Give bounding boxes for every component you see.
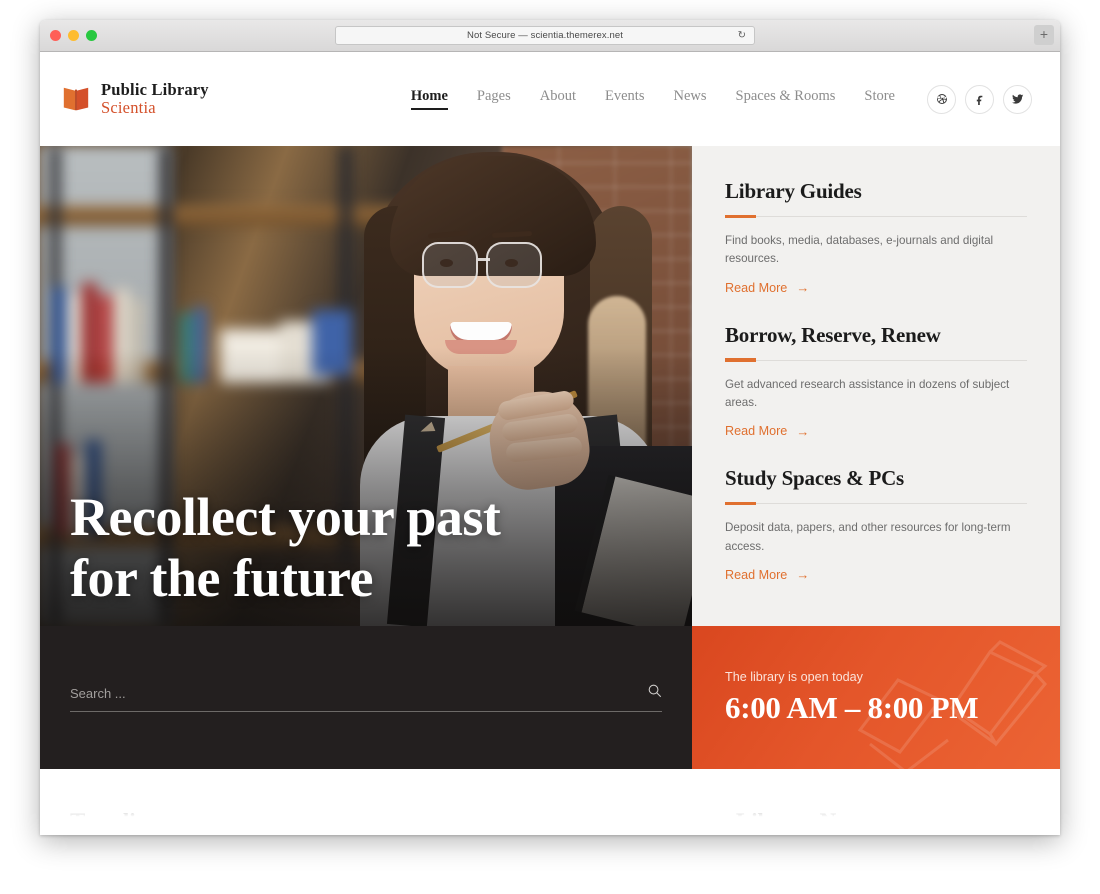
dribbble-icon[interactable] bbox=[927, 84, 956, 114]
search-panel bbox=[40, 626, 692, 769]
hero-title-line-2: for the future bbox=[70, 548, 373, 609]
search-icon[interactable] bbox=[647, 683, 662, 703]
site-header: Public Library Scientia Home Pages About… bbox=[40, 52, 1060, 146]
feature-description: Find books, media, databases, e-journals… bbox=[725, 234, 994, 266]
site-logo[interactable]: Public Library Scientia bbox=[61, 79, 209, 118]
read-more-label: Read More bbox=[725, 280, 788, 295]
address-bar-text: Not Secure — scientia.themerex.net bbox=[467, 30, 623, 41]
reload-icon[interactable]: ↻ bbox=[738, 30, 746, 41]
feature-cards: Library Guides Find books, media, databa… bbox=[692, 146, 1060, 626]
feature-divider bbox=[725, 502, 1027, 506]
feature-title: Study Spaces & PCs bbox=[725, 466, 905, 491]
bottom-band: The library is open today 6:00 AM – 8:00… bbox=[40, 626, 1060, 769]
library-news-heading: Library News bbox=[735, 809, 872, 834]
logo-line-1: Public Library bbox=[101, 79, 209, 99]
opening-hours-value: 6:00 AM – 8:00 PM bbox=[725, 689, 979, 725]
nav-item-pages[interactable]: Pages bbox=[477, 88, 511, 110]
nav-item-events[interactable]: Events bbox=[605, 88, 644, 110]
hero-title: Recollect your past for the future bbox=[70, 486, 501, 610]
twitter-icon[interactable] bbox=[1003, 84, 1032, 114]
read-more-label: Read More bbox=[725, 567, 788, 582]
nav-item-spaces-rooms[interactable]: Spaces & Rooms bbox=[736, 88, 836, 110]
arrow-right-icon: → bbox=[796, 423, 810, 439]
arrow-right-icon: → bbox=[796, 567, 810, 583]
address-bar[interactable]: Not Secure — scientia.themerex.net ↻ bbox=[335, 26, 755, 45]
feature-divider bbox=[725, 358, 1027, 362]
opening-hours-panel: The library is open today 6:00 AM – 8:00… bbox=[692, 626, 1060, 769]
maximize-window-button[interactable] bbox=[86, 30, 97, 41]
nav-item-about[interactable]: About bbox=[540, 88, 576, 110]
close-window-button[interactable] bbox=[50, 30, 61, 41]
arrow-right-icon: → bbox=[796, 280, 810, 296]
social-links bbox=[927, 84, 1032, 114]
read-more-label: Read More bbox=[725, 424, 788, 439]
feature-description: Deposit data, papers, and other resource… bbox=[725, 521, 1011, 553]
hero-row: Recollect your past for the future Libra… bbox=[40, 146, 1060, 626]
minimize-window-button[interactable] bbox=[68, 30, 79, 41]
opening-hours-label: The library is open today bbox=[725, 669, 863, 684]
browser-window: Not Secure — scientia.themerex.net ↻ + P… bbox=[40, 20, 1060, 835]
feature-card-borrow-reserve-renew: Borrow, Reserve, Renew Get advanced rese… bbox=[725, 323, 1027, 441]
hero-title-line-1: Recollect your past bbox=[70, 486, 501, 547]
hero-image: Recollect your past for the future bbox=[40, 146, 692, 626]
facebook-icon[interactable] bbox=[965, 84, 994, 114]
logo-line-2: Scientia bbox=[101, 98, 156, 117]
feature-description: Get advanced research assistance in doze… bbox=[725, 377, 1010, 409]
read-more-link-borrow-reserve-renew[interactable]: Read More → bbox=[725, 424, 809, 438]
search-field[interactable] bbox=[70, 683, 662, 712]
fade-mask bbox=[40, 787, 1060, 835]
logo-text: Public Library Scientia bbox=[101, 79, 209, 118]
feature-card-study-spaces-pcs: Study Spaces & PCs Deposit data, papers,… bbox=[725, 466, 1027, 584]
open-book-icon bbox=[61, 84, 91, 114]
read-more-link-library-guides[interactable]: Read More → bbox=[725, 281, 809, 295]
nav-item-home[interactable]: Home bbox=[410, 88, 448, 110]
main-navigation: Home Pages About Events News Spaces & Ro… bbox=[410, 88, 895, 110]
new-tab-button[interactable]: + bbox=[1034, 25, 1054, 45]
feature-card-library-guides: Library Guides Find books, media, databa… bbox=[725, 179, 1027, 297]
browser-titlebar: Not Secure — scientia.themerex.net ↻ + bbox=[40, 20, 1060, 52]
search-input[interactable] bbox=[70, 685, 647, 701]
feature-title: Borrow, Reserve, Renew bbox=[725, 322, 941, 347]
trending-heading: Trending bbox=[70, 809, 160, 834]
feature-divider bbox=[725, 214, 1027, 219]
page-content: Public Library Scientia Home Pages About… bbox=[40, 52, 1060, 835]
next-section: Trending Library News bbox=[40, 769, 1060, 835]
feature-title: Library Guides bbox=[725, 179, 862, 203]
nav-item-news[interactable]: News bbox=[673, 88, 706, 110]
window-controls[interactable] bbox=[50, 30, 97, 41]
nav-item-store[interactable]: Store bbox=[864, 88, 895, 110]
read-more-link-study-spaces-pcs[interactable]: Read More → bbox=[725, 568, 809, 582]
